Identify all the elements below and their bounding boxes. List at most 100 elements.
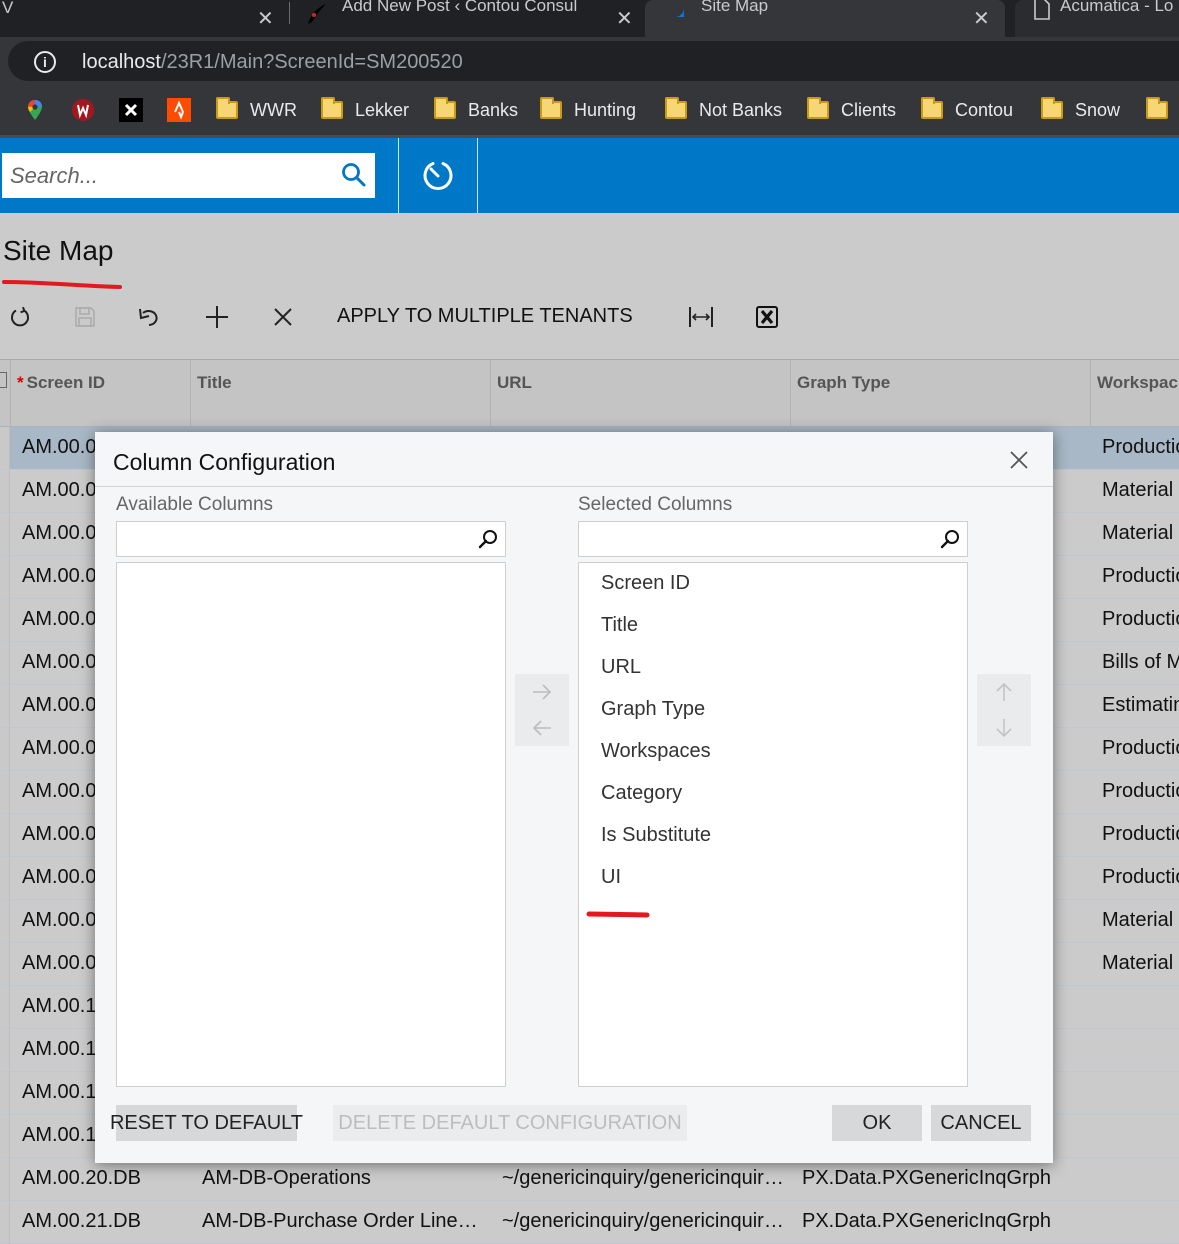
strava-icon[interactable] — [167, 98, 191, 122]
selected-column-item[interactable]: Title — [601, 614, 638, 637]
table-row[interactable]: AM.00.20.DB AM-DB-Operations ~/genericinqu… — [10, 1158, 1179, 1201]
table-row[interactable]: AM.00.21.DB AM-DB-Purchase Order Line… ~/g… — [10, 1201, 1179, 1244]
available-columns-search-input[interactable] — [117, 522, 467, 556]
search-icon[interactable] — [341, 162, 367, 188]
cell-workspace[interactable]: Material — [1102, 479, 1173, 502]
cancel-button[interactable]: CANCEL — [931, 1105, 1031, 1141]
delete-row-button[interactable] — [268, 300, 298, 334]
row-indicator[interactable] — [0, 771, 10, 814]
cell-screen-id[interactable]: AM.00.20.DB — [22, 1167, 141, 1190]
browser-tab-partial[interactable]: V ✕ — [0, 0, 290, 37]
cell-workspace[interactable]: Productio — [1102, 608, 1179, 631]
cell-screen-id[interactable]: AM.00.0 — [22, 436, 96, 459]
selected-columns-search-input[interactable] — [579, 522, 929, 556]
selected-column-item[interactable]: Is Substitute — [601, 824, 711, 847]
export-excel-button[interactable] — [752, 300, 782, 334]
ok-button[interactable]: OK — [832, 1105, 922, 1141]
cell-graph-type[interactable]: PX.Data.PXGenericInqGrph — [802, 1210, 1051, 1233]
recent-history-button[interactable] — [398, 138, 478, 213]
search-input[interactable] — [2, 153, 332, 198]
cell-screen-id[interactable]: AM.00.0 — [22, 823, 96, 846]
row-indicator[interactable] — [0, 1201, 10, 1244]
cell-screen-id[interactable]: AM.00.0 — [22, 608, 96, 631]
cell-workspace[interactable]: Productio — [1102, 565, 1179, 588]
row-indicator[interactable] — [0, 728, 10, 771]
cell-workspace[interactable]: Material — [1102, 952, 1173, 975]
row-indicator[interactable] — [0, 1029, 10, 1072]
row-indicator[interactable] — [0, 1158, 10, 1201]
cell-workspace[interactable]: Productio — [1102, 780, 1179, 803]
cell-screen-id[interactable]: AM.00.0 — [22, 737, 96, 760]
move-left-button[interactable] — [515, 710, 569, 746]
row-indicator[interactable] — [0, 642, 10, 685]
selected-column-item[interactable]: Workspaces — [601, 740, 711, 763]
delete-default-configuration-button[interactable]: DELETE DEFAULT CONFIGURATION — [333, 1105, 687, 1141]
column-header-title[interactable]: Title — [190, 360, 490, 427]
row-indicator[interactable] — [0, 986, 10, 1029]
search-icon[interactable] — [477, 528, 499, 550]
red-w-icon[interactable] — [71, 98, 95, 122]
cell-workspace[interactable]: Productio — [1102, 866, 1179, 889]
dialog-close-button[interactable] — [1005, 446, 1033, 474]
reset-to-default-button[interactable]: RESET TO DEFAULT — [110, 1105, 303, 1141]
grid-settings-icon[interactable] — [0, 372, 7, 388]
browser-tab-acumatica[interactable]: Acumatica - Lo — [1015, 0, 1179, 37]
available-columns-list[interactable] — [116, 562, 506, 1087]
cell-screen-id[interactable]: AM.00.0 — [22, 565, 96, 588]
column-header-graph-type[interactable]: Graph Type — [790, 360, 1090, 427]
row-indicator[interactable] — [0, 513, 10, 556]
selected-column-item[interactable]: Category — [601, 782, 682, 805]
cell-workspace[interactable]: Material — [1102, 909, 1173, 932]
bookmark-folder-snow[interactable]: Snow — [1041, 97, 1120, 123]
tab-close-icon[interactable]: ✕ — [973, 6, 990, 31]
selected-columns-list[interactable]: Screen ID Title URL Graph Type Workspaces Cat… — [578, 562, 968, 1087]
google-maps-icon[interactable] — [23, 98, 47, 122]
cell-url[interactable]: ~/genericinquiry/genericinquir… — [502, 1210, 784, 1233]
bookmark-folder-lekker[interactable]: Lekker — [321, 97, 409, 123]
cell-graph-type[interactable]: PX.Data.PXGenericInqGrph — [802, 1167, 1051, 1190]
fit-columns-button[interactable] — [686, 300, 716, 334]
row-indicator[interactable] — [0, 556, 10, 599]
undo-button[interactable] — [135, 300, 165, 334]
bookmark-folder-banks[interactable]: Banks — [434, 97, 518, 123]
row-indicator[interactable] — [0, 857, 10, 900]
row-indicator[interactable] — [0, 1115, 10, 1158]
add-row-button[interactable] — [202, 300, 232, 334]
x-icon[interactable] — [119, 98, 143, 122]
tab-close-icon[interactable]: ✕ — [257, 6, 274, 31]
cell-workspace[interactable]: Material — [1102, 522, 1173, 545]
cell-screen-id[interactable]: AM.00.0 — [22, 479, 96, 502]
save-button[interactable] — [70, 300, 100, 334]
cell-screen-id[interactable]: AM.00.0 — [22, 866, 96, 889]
url-text[interactable]: localhost/23R1/Main?ScreenId=SM200520 — [82, 51, 463, 74]
row-indicator[interactable] — [0, 900, 10, 943]
cell-screen-id[interactable]: AM.00.21.DB — [22, 1210, 141, 1233]
row-indicator[interactable] — [0, 599, 10, 642]
cell-screen-id[interactable]: AM.00.0 — [22, 522, 96, 545]
move-down-button[interactable] — [977, 710, 1031, 746]
cell-workspace[interactable]: Productio — [1102, 737, 1179, 760]
row-indicator[interactable] — [0, 427, 10, 470]
browser-tab-site-map[interactable]: Site Map ✕ — [645, 0, 1005, 37]
bookmark-folder-contou[interactable]: Contou — [921, 97, 1013, 123]
selected-column-item[interactable]: URL — [601, 656, 641, 679]
cell-workspace[interactable]: Productio — [1102, 823, 1179, 846]
selected-column-item[interactable]: UI — [601, 866, 621, 889]
move-up-button[interactable] — [977, 674, 1031, 710]
row-indicator[interactable] — [0, 814, 10, 857]
search-icon[interactable] — [939, 528, 961, 550]
cell-screen-id[interactable]: AM.00.0 — [22, 780, 96, 803]
row-indicator[interactable] — [0, 470, 10, 513]
bookmark-folder-clients[interactable]: Clients — [807, 97, 896, 123]
row-indicator[interactable] — [0, 685, 10, 728]
move-right-button[interactable] — [515, 674, 569, 710]
apply-to-multiple-tenants-button[interactable]: APPLY TO MULTIPLE TENANTS — [337, 305, 633, 328]
selected-column-item[interactable]: Screen ID — [601, 572, 690, 595]
cell-screen-id[interactable]: AM.00.1 — [22, 1081, 96, 1104]
omnibox[interactable]: i localhost/23R1/Main?ScreenId=SM200520 — [8, 41, 1179, 81]
cell-screen-id[interactable]: AM.00.1 — [22, 995, 96, 1018]
bookmark-folder-not-banks[interactable]: Not Banks — [665, 97, 782, 123]
browser-tab-add-new-post[interactable]: Add New Post ‹ Contou Consulting ✕ — [300, 0, 645, 37]
cell-workspace[interactable]: Estimatin — [1102, 694, 1179, 717]
column-header-workspaces[interactable]: Workspac — [1090, 360, 1179, 427]
